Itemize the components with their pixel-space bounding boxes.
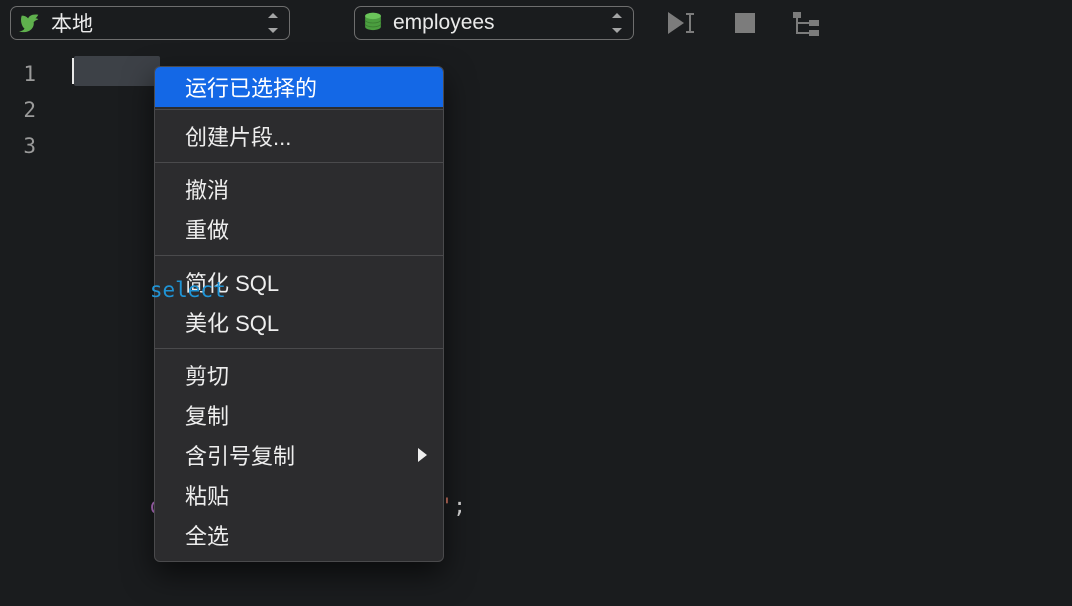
menu-item-label: 剪切 — [185, 359, 229, 391]
menu-beautify-sql[interactable]: 美化 SQL — [155, 302, 443, 342]
menu-run-selected[interactable]: 运行已选择的 — [155, 67, 443, 107]
line-number: 2 — [0, 92, 36, 128]
database-select[interactable]: employees — [354, 6, 634, 40]
run-cursor-button[interactable] — [666, 9, 700, 37]
menu-paste[interactable]: 粘贴 — [155, 475, 443, 515]
menu-item-label: 撤消 — [185, 173, 229, 205]
menu-undo[interactable]: 撤消 — [155, 169, 443, 209]
menu-item-label: 创建片段... — [185, 120, 291, 152]
menu-separator — [155, 255, 443, 256]
line-number: 1 — [0, 56, 36, 92]
bird-icon — [19, 12, 41, 34]
menu-item-label: 运行已选择的 — [185, 71, 317, 103]
menu-copy[interactable]: 复制 — [155, 395, 443, 435]
keyword: select — [150, 278, 226, 302]
menu-item-label: 含引号复制 — [185, 439, 295, 471]
toolbar: 本地 employees — [0, 0, 1072, 46]
selection-highlight — [74, 56, 160, 86]
menu-item-label: 美化 SQL — [185, 306, 279, 338]
text-caret — [72, 58, 74, 84]
connection-label: 本地 — [51, 8, 93, 38]
menu-item-label: 重做 — [185, 213, 229, 245]
chevron-right-icon — [418, 448, 427, 462]
menu-item-label: 粘贴 — [185, 479, 229, 511]
menu-separator — [155, 348, 443, 349]
connection-select[interactable]: 本地 — [10, 6, 290, 40]
menu-redo[interactable]: 重做 — [155, 209, 443, 249]
menu-separator — [155, 162, 443, 163]
line-gutter: 1 2 3 — [0, 46, 48, 606]
menu-separator — [155, 109, 443, 110]
menu-item-label: 复制 — [185, 399, 229, 431]
menu-copy-quoted[interactable]: 含引号复制 — [155, 435, 443, 475]
stepper-icon — [611, 14, 623, 32]
database-icon — [363, 12, 383, 34]
menu-cut[interactable]: 剪切 — [155, 355, 443, 395]
context-menu: 运行已选择的 创建片段... 撤消 重做 简化 SQL 美化 SQL 剪切 复制… — [154, 66, 444, 562]
stop-button[interactable] — [728, 9, 762, 37]
menu-create-snippet[interactable]: 创建片段... — [155, 116, 443, 156]
menu-item-label: 全选 — [185, 519, 229, 551]
structure-icon[interactable] — [790, 9, 824, 37]
database-label: employees — [393, 11, 495, 35]
stepper-icon — [267, 14, 279, 32]
punct: ; — [453, 494, 466, 518]
line-number: 3 — [0, 128, 36, 164]
menu-select-all[interactable]: 全选 — [155, 515, 443, 555]
